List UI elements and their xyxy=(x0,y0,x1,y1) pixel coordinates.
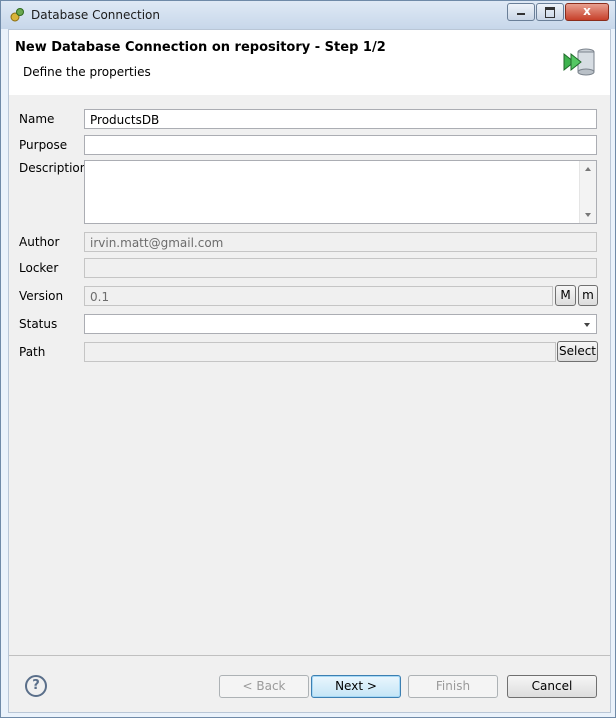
next-button-label: Next > xyxy=(335,679,377,693)
properties-form: Name ProductsDB Purpose Description Auth… xyxy=(9,95,610,655)
finish-button-label: Finish xyxy=(435,679,471,693)
dialog-window: Database Connection x New Database Conne… xyxy=(0,0,616,718)
description-field[interactable] xyxy=(84,160,597,224)
title-bar[interactable]: Database Connection x xyxy=(1,1,615,29)
dialog-client: New Database Connection on repository - … xyxy=(8,29,611,713)
window-controls: x xyxy=(506,3,609,21)
author-label: Author xyxy=(19,235,60,249)
next-button[interactable]: Next > xyxy=(311,675,401,698)
name-field[interactable]: ProductsDB xyxy=(84,109,597,129)
status-combo[interactable] xyxy=(84,314,597,334)
author-field: irvin.matt@gmail.com xyxy=(84,232,597,252)
path-label: Path xyxy=(19,345,46,359)
database-wizard-icon xyxy=(563,48,595,76)
select-path-button[interactable]: Select xyxy=(557,341,598,362)
window-title: Database Connection xyxy=(31,8,160,22)
major-version-button[interactable]: M xyxy=(555,285,576,306)
status-label: Status xyxy=(19,317,58,331)
description-scrollbar[interactable] xyxy=(579,161,596,223)
path-field xyxy=(84,342,556,362)
minimize-button[interactable] xyxy=(507,3,535,21)
finish-button: Finish xyxy=(408,675,498,698)
locker-label: Locker xyxy=(19,261,59,275)
scroll-down-icon[interactable] xyxy=(585,213,591,217)
app-icon xyxy=(10,8,24,22)
page-subtitle: Define the properties xyxy=(23,65,151,79)
wizard-header: New Database Connection on repository - … xyxy=(9,30,610,96)
close-button[interactable]: x xyxy=(565,3,609,21)
close-icon: x xyxy=(583,4,591,18)
maximize-icon xyxy=(545,7,555,18)
minimize-icon xyxy=(517,13,525,15)
version-field: 0.1 xyxy=(84,286,553,306)
name-label: Name xyxy=(19,112,55,126)
maximize-button[interactable] xyxy=(536,3,564,21)
minor-version-button[interactable]: m xyxy=(578,285,598,306)
version-label: Version xyxy=(19,289,64,303)
back-button: < Back xyxy=(219,675,309,698)
purpose-label: Purpose xyxy=(19,138,68,152)
help-icon[interactable]: ? xyxy=(25,675,47,697)
page-title: New Database Connection on repository - … xyxy=(15,40,386,55)
purpose-field[interactable] xyxy=(84,135,597,155)
chevron-down-icon[interactable] xyxy=(578,315,596,333)
back-button-label: < Back xyxy=(242,679,286,693)
cancel-button[interactable]: Cancel xyxy=(507,675,597,698)
description-label: Description xyxy=(19,161,88,175)
scroll-up-icon[interactable] xyxy=(585,167,591,171)
locker-field xyxy=(84,258,597,278)
cancel-button-label: Cancel xyxy=(531,679,573,693)
wizard-footer: ? < Back Next > Finish Cancel xyxy=(9,656,610,712)
